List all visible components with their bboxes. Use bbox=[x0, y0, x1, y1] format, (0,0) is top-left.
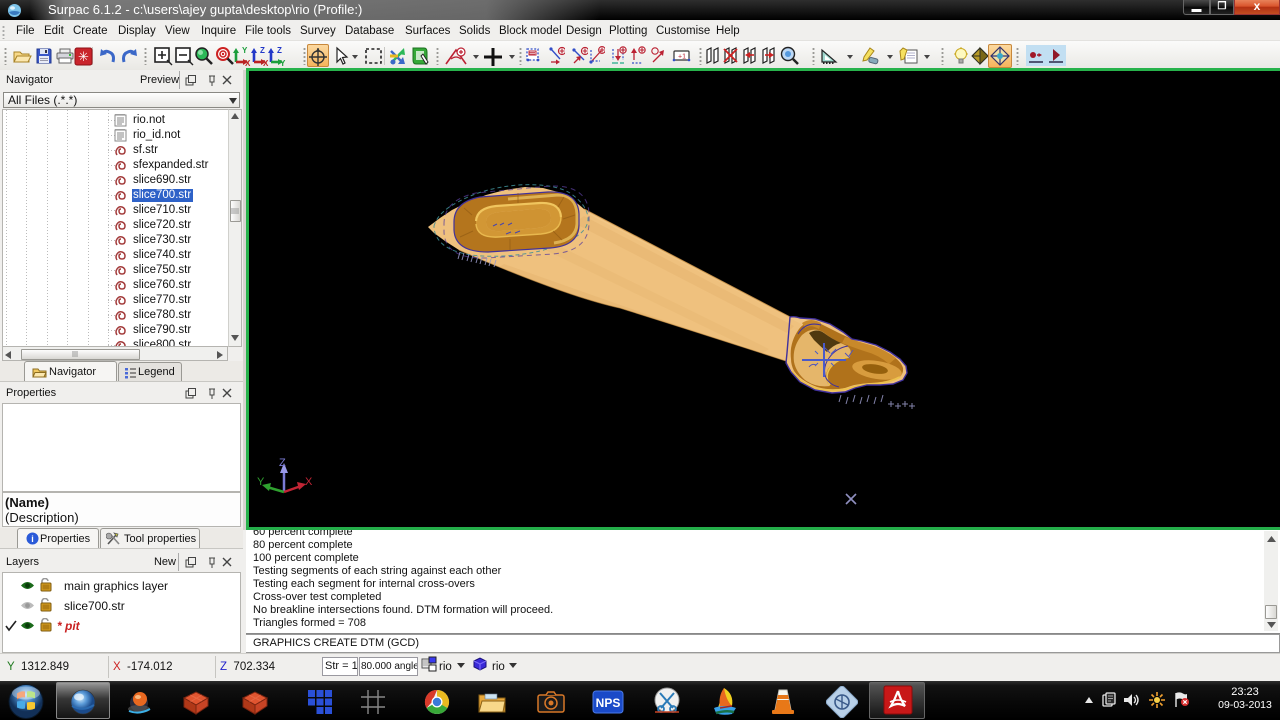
svg-text:NPS: NPS bbox=[596, 696, 621, 710]
svg-text:i: i bbox=[31, 534, 34, 544]
svg-text:Z: Z bbox=[260, 46, 265, 55]
svg-text:Z: Z bbox=[279, 457, 286, 469]
svg-text:Y: Y bbox=[280, 59, 286, 66]
svg-text:+1: +1 bbox=[678, 54, 686, 61]
svg-text:✳: ✳ bbox=[78, 49, 89, 64]
svg-text:Z: Z bbox=[277, 46, 282, 55]
svg-text:X: X bbox=[305, 476, 313, 488]
svg-text:Y: Y bbox=[242, 46, 248, 55]
svg-text:Y: Y bbox=[257, 476, 265, 488]
